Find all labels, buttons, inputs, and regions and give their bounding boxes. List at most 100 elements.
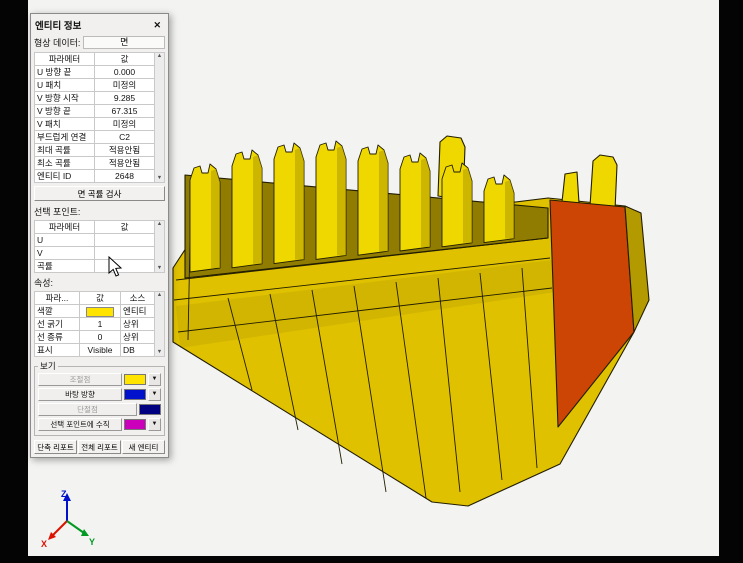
color-swatch[interactable] [124, 389, 146, 400]
scroll-down-icon[interactable]: ▼ [157, 175, 162, 182]
scroll-up-icon[interactable]: ▲ [157, 221, 162, 228]
table-row[interactable]: 선 굵기 1 상위 [34, 317, 155, 331]
selected-point-table: 파라메터 값 U V 곡률 [34, 220, 155, 273]
face-curvature-check-button[interactable]: 면 곡률 검사 [34, 186, 165, 201]
model-rib-shade [295, 148, 304, 260]
table-row[interactable]: 곡률 [34, 259, 155, 273]
column-header: 값 [94, 52, 155, 66]
table-row[interactable]: V 방향 끝 67.315 [34, 104, 155, 118]
view-row: 단절점 [38, 403, 161, 416]
model-rib-shade [463, 168, 472, 243]
model-rib-shade [505, 180, 514, 239]
table-row[interactable]: U [34, 233, 155, 247]
selected-point-table-wrap: 파라메터 값 U V 곡률 ▲ ▼ [34, 220, 165, 273]
table-row[interactable]: V 패치 미정의 [34, 117, 155, 131]
selected-point-scrollbar[interactable]: ▲ ▼ [155, 220, 165, 273]
parameter-table-scrollbar[interactable]: ▲ ▼ [155, 52, 165, 183]
cell: 선 굵기 [34, 317, 80, 331]
view-row: 바탕 방향 ▼ [38, 388, 161, 401]
scroll-up-icon[interactable]: ▲ [157, 53, 162, 60]
view-toggle-button[interactable]: 선택 포인트에 수직 [38, 418, 122, 431]
table-row[interactable]: 최대 곡률 적용안됨 [34, 143, 155, 157]
chevron-down-icon[interactable]: ▼ [148, 373, 161, 386]
cell: V [34, 246, 95, 260]
table-row[interactable]: 부드럽게 연결 C2 [34, 130, 155, 144]
view-row: 조절점 ▼ [38, 373, 161, 386]
app-window: Z X Y 엔티티 정보 ✕ 형상 데이터: 면 파라메터 값 U 방향 끝 0.00… [0, 0, 743, 563]
column-header: 파라메터 [34, 52, 95, 66]
scroll-down-icon[interactable]: ▼ [157, 265, 162, 272]
cell: C2 [94, 130, 155, 144]
cell [94, 246, 155, 260]
cell [79, 304, 121, 318]
color-swatch[interactable] [124, 419, 146, 430]
model-rib-shade [337, 146, 346, 256]
x-axis-label: X [41, 539, 47, 549]
color-swatch[interactable] [139, 404, 161, 415]
y-axis-label: Y [89, 537, 95, 547]
table-row[interactable]: V 방향 시작 9.285 [34, 91, 155, 105]
view-toggle-button[interactable]: 단절점 [38, 403, 137, 416]
shape-data-value: 면 [83, 36, 165, 49]
cell: 적용안됨 [94, 143, 155, 157]
cell: 0 [79, 330, 121, 344]
chevron-down-icon[interactable]: ▼ [148, 388, 161, 401]
table-row[interactable]: U 패치 미정의 [34, 78, 155, 92]
table-row[interactable]: U 방향 끝 0.000 [34, 65, 155, 79]
left-black-bar [0, 0, 28, 563]
view-toggle-button[interactable]: 바탕 방향 [38, 388, 122, 401]
properties-table-wrap: 파라... 값 소스 색깔 엔티티 선 굵기 1 상위 선 종류 0 상위 표시 Visible DB ▲… [34, 291, 165, 357]
axis-triad: Z X Y [41, 489, 95, 549]
cell: U [34, 233, 95, 247]
cell: V 방향 시작 [34, 91, 95, 105]
close-icon[interactable]: ✕ [150, 20, 164, 31]
table-row[interactable]: 최소 곡률 적용안됨 [34, 156, 155, 170]
dialog-titlebar[interactable]: 엔티티 정보 ✕ [34, 16, 165, 36]
model-group [172, 135, 650, 507]
cell: Visible [79, 343, 121, 357]
table-row[interactable]: V [34, 246, 155, 260]
parameter-table-wrap: 파라메터 값 U 방향 끝 0.000 U 패치 미정의 V 방향 시작 9.285 V 방향 … [34, 52, 165, 183]
model-rib-shade [253, 155, 262, 264]
view-rows: 조절점 ▼ 바탕 방향 ▼ 단절점선택 포인트에 수직 ▼ [38, 373, 161, 431]
color-swatch [86, 306, 114, 317]
shape-data-row: 형상 데이터: 면 [34, 36, 165, 49]
cell: 엔티티 [120, 304, 155, 318]
footer-button[interactable]: 전체 리포트 [78, 440, 121, 454]
table-row[interactable]: 엔티티 ID 2648 [34, 169, 155, 183]
cell: 0.000 [94, 65, 155, 79]
chevron-down-icon[interactable]: ▼ [148, 418, 161, 431]
table-row[interactable]: 선 종류 0 상위 [34, 330, 155, 344]
shape-data-label: 형상 데이터: [34, 38, 81, 48]
scroll-down-icon[interactable]: ▼ [157, 349, 162, 356]
table-row[interactable]: 색깔 엔티티 [34, 304, 155, 318]
cell: 곡률 [34, 259, 95, 273]
model-rib-shade [211, 169, 220, 268]
model-right-tab-small[interactable] [561, 171, 580, 204]
footer-button[interactable]: 단축 리포트 [34, 440, 77, 454]
z-axis-label: Z [61, 489, 67, 499]
scroll-up-icon[interactable]: ▲ [157, 292, 162, 299]
cell [94, 259, 155, 273]
properties-scrollbar[interactable]: ▲ ▼ [155, 291, 165, 357]
model-rib-shade [421, 158, 430, 247]
cell: 적용안됨 [94, 156, 155, 170]
bottom-black-bar [0, 556, 743, 563]
column-header: 파라메터 [34, 220, 95, 234]
cell: 미정의 [94, 117, 155, 131]
model-rib-shade [379, 150, 388, 252]
header-row: 파라메터 값 [34, 220, 155, 234]
column-header: 값 [79, 291, 121, 305]
footer-button[interactable]: 새 엔티티 [122, 440, 165, 454]
view-toggle-button[interactable]: 조절점 [38, 373, 122, 386]
cell: V 패치 [34, 117, 95, 131]
cursor-icon [108, 256, 123, 277]
cell: 상위 [120, 330, 155, 344]
cell: 최대 곡률 [34, 143, 95, 157]
table-row[interactable]: 표시 Visible DB [34, 343, 155, 357]
entity-info-dialog: 엔티티 정보 ✕ 형상 데이터: 면 파라메터 값 U 방향 끝 0.000 U 패치 미… [30, 13, 169, 458]
model-right-tab[interactable] [589, 154, 618, 211]
cell: V 방향 끝 [34, 104, 95, 118]
color-swatch[interactable] [124, 374, 146, 385]
header-row: 파라... 값 소스 [34, 291, 155, 305]
